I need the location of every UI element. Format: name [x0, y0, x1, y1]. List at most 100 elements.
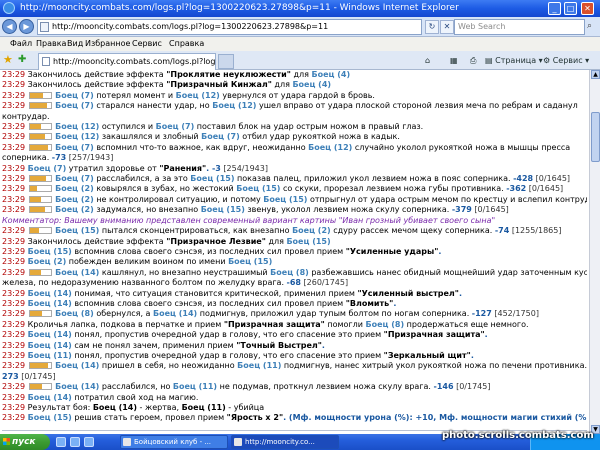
- fighter-name[interactable]: Боец (7): [28, 164, 67, 173]
- fighter-name[interactable]: Боец (12): [308, 143, 352, 152]
- add-favorites-icon[interactable]: ✚: [18, 54, 31, 66]
- home-icon[interactable]: ⌂: [425, 54, 430, 67]
- fighter-name[interactable]: Боец (15): [201, 205, 245, 214]
- fighter-name[interactable]: Боец (7): [55, 143, 94, 152]
- fighter-name[interactable]: Боец (2): [55, 195, 94, 204]
- tools-menu[interactable]: ⚙ Сервис ▾: [543, 54, 589, 67]
- damage-value: -73: [51, 153, 67, 163]
- fighter-name[interactable]: Боец (7): [201, 132, 240, 141]
- start-button[interactable]: пуск: [0, 434, 50, 450]
- menu-view[interactable]: Вид: [67, 37, 83, 51]
- commentator-text: Комментатор: Вашему вниманию представлен…: [2, 215, 496, 225]
- new-tab-button[interactable]: [218, 54, 234, 69]
- fighter-name[interactable]: Боец (2): [55, 205, 94, 214]
- log-line: 23:29 Закончилось действие эффекта "Приз…: [2, 237, 587, 247]
- log-text: Закончилось действие эффекта: [27, 80, 167, 90]
- tools-menu-label: Сервис: [552, 56, 583, 65]
- taskbar-item-ie[interactable]: http://mooncity.co...: [231, 435, 339, 449]
- log-line: 23:29 Боец (7) утратил здоровье от "Ране…: [2, 164, 587, 174]
- fighter-name[interactable]: Боец (11): [28, 351, 72, 360]
- fighter-name[interactable]: Боец (12): [212, 101, 256, 110]
- fighter-name[interactable]: Боец (15): [55, 226, 99, 235]
- fighter-name[interactable]: Боец (14): [55, 268, 99, 277]
- fighter-name[interactable]: Боец (15): [263, 195, 307, 204]
- feeds-icon[interactable]: ▦: [450, 54, 458, 67]
- fighter-name[interactable]: Боец (7): [55, 174, 94, 183]
- fighter-name[interactable]: Боец (15): [28, 247, 72, 256]
- fighter-name[interactable]: Боец (11): [173, 382, 217, 391]
- fighter-name[interactable]: Боец (14): [28, 299, 72, 308]
- hp-value: [0/1645]: [533, 174, 571, 184]
- menu-edit[interactable]: Правка: [36, 37, 66, 51]
- fighter-name[interactable]: Боец (14): [28, 393, 72, 402]
- fighter-name[interactable]: Боец (4): [292, 80, 331, 89]
- fighter-name[interactable]: Боец (12): [176, 91, 220, 100]
- timestamp: 23:29: [2, 350, 26, 360]
- damage-value: -362: [506, 184, 527, 194]
- search-icon[interactable]: ⌕: [587, 21, 592, 31]
- fighter-name[interactable]: Боец (8): [365, 320, 404, 329]
- hit-zone-indicator: [28, 206, 52, 214]
- maximize-button[interactable]: □: [564, 2, 577, 15]
- fighter-name[interactable]: Боец (12): [55, 122, 99, 131]
- fighter-name[interactable]: Боец (2): [292, 226, 331, 235]
- fighter-name[interactable]: Боец (14): [28, 289, 72, 298]
- menu-help[interactable]: Справка: [169, 37, 204, 51]
- timestamp: 23:29: [2, 194, 26, 204]
- minimize-button[interactable]: _: [548, 2, 561, 15]
- fighter-name[interactable]: Боец (2): [28, 257, 67, 266]
- quicklaunch-ie-icon[interactable]: [56, 437, 66, 447]
- effect-name: "Усиленный выстрел": [357, 288, 459, 298]
- log-text: случайно уколол рукояткой ножа в мышцы п…: [352, 142, 571, 152]
- fighter-name[interactable]: Боец (4): [312, 70, 351, 79]
- fighter-name[interactable]: Боец (15): [190, 174, 234, 183]
- fighter-name[interactable]: Боец (15): [28, 413, 72, 422]
- back-icon[interactable]: ◀: [2, 19, 17, 34]
- scroll-up-arrow[interactable]: ▲: [591, 70, 600, 79]
- menu-favorites[interactable]: Избранное: [85, 37, 130, 51]
- page-menu[interactable]: ▤ Страница ▾: [485, 54, 543, 67]
- refresh-icon[interactable]: ↻: [425, 20, 439, 34]
- log-text: для: [271, 80, 293, 90]
- vertical-scrollbar[interactable]: ▲ ▼: [589, 70, 600, 434]
- effect-name: "Призрачная защита": [383, 330, 485, 340]
- scroll-thumb[interactable]: [591, 112, 600, 162]
- fighter-name[interactable]: Боец (14): [28, 341, 72, 350]
- taskbar-item-club[interactable]: Бойцовский клуб - ...: [120, 435, 228, 449]
- print-icon[interactable]: ⎙: [470, 54, 476, 67]
- log-text: ушел вправо от удара плоской стороной ле…: [256, 101, 578, 111]
- fighter-name[interactable]: Боец (15): [236, 184, 280, 193]
- fighter-name[interactable]: Боец (14): [55, 361, 99, 370]
- log-line: 23:29 Боец (11) понял, пропустив очередн…: [2, 351, 587, 361]
- log-line: 23:29 Закончилось действие эффекта "Прок…: [2, 70, 587, 80]
- fighter-name[interactable]: Боец (15): [228, 257, 272, 266]
- forward-icon[interactable]: ▶: [19, 19, 34, 34]
- fighter-name[interactable]: Боец (8): [270, 268, 309, 277]
- close-button[interactable]: ✕: [581, 2, 594, 15]
- fighter-name[interactable]: Боец (7): [55, 101, 94, 110]
- fighter-name[interactable]: Боец (15): [286, 237, 330, 246]
- fighter-name[interactable]: Боец (2): [55, 184, 94, 193]
- fighter-name[interactable]: Боец (14): [55, 382, 99, 391]
- fighter-name[interactable]: Боец (14): [153, 309, 197, 318]
- fighter-name[interactable]: Боец (7): [156, 122, 195, 131]
- fighter-name[interactable]: Боец (7): [55, 91, 94, 100]
- menu-tools[interactable]: Сервис: [132, 37, 162, 51]
- fighter-name[interactable]: Боец (12): [55, 132, 99, 141]
- search-input[interactable]: Web Search: [454, 19, 585, 35]
- menu-file[interactable]: Файл: [10, 37, 32, 51]
- log-text: для: [290, 70, 312, 79]
- hit-zone-indicator: [28, 143, 52, 151]
- fighter-name[interactable]: Боец (11): [237, 361, 281, 370]
- log-text: помогли: [324, 319, 366, 329]
- quicklaunch-desktop-icon[interactable]: [70, 437, 80, 447]
- tab-current[interactable]: http://mooncity.combats.com/logs.pl?log=…: [38, 53, 216, 70]
- address-bar[interactable]: http://mooncity.combats.com/logs.pl?log=…: [37, 19, 422, 35]
- quicklaunch-media-icon[interactable]: [84, 437, 94, 447]
- fighter-name[interactable]: Боец (8): [55, 309, 94, 318]
- favorites-star-icon[interactable]: ★: [3, 54, 16, 66]
- stop-icon[interactable]: ✕: [440, 20, 454, 34]
- timestamp: 23:29: [2, 90, 26, 100]
- fighter-name[interactable]: Боец (14): [28, 330, 72, 339]
- timestamp: 23:29: [2, 361, 26, 371]
